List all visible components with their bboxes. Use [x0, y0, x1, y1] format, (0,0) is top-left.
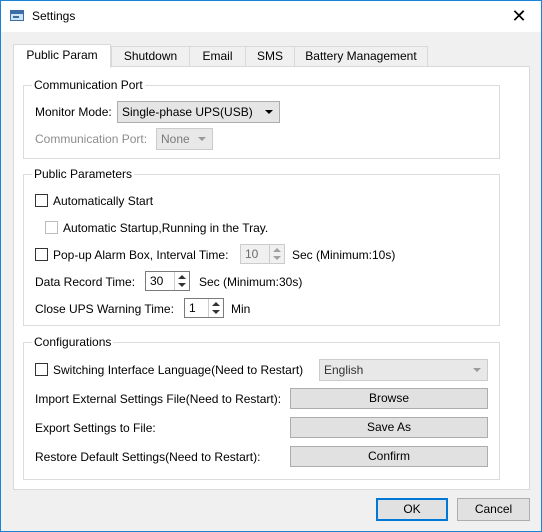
communication-port-select[interactable]: None — [156, 128, 213, 150]
data-record-unit: Sec (Minimum:30s) — [199, 275, 303, 289]
data-record-stepper[interactable]: 30 — [145, 271, 190, 291]
data-record-value: 30 — [150, 274, 164, 288]
title-bar: Settings ✕ — [1, 1, 541, 32]
monitor-mode-value: Single-phase UPS(USB) — [122, 105, 253, 119]
close-warning-label: Close UPS Warning Time: — [35, 302, 174, 316]
close-icon[interactable]: ✕ — [497, 1, 541, 32]
window-title: Settings — [32, 9, 76, 23]
tab-public-param[interactable]: Public Param — [13, 44, 111, 68]
browse-button[interactable]: Browse — [290, 388, 488, 409]
tab-email[interactable]: Email — [189, 46, 246, 67]
restore-defaults-label: Restore Default Settings(Need to Restart… — [35, 450, 261, 464]
switch-language-label: Switching Interface Language(Need to Res… — [53, 363, 304, 377]
popup-alarm-checkbox[interactable] — [35, 248, 48, 261]
app-icon — [10, 10, 24, 21]
spin-down-icon[interactable] — [212, 310, 220, 314]
spin-down-icon[interactable] — [273, 256, 281, 260]
public-parameters-group: Public Parameters Automatically Start Au… — [23, 167, 500, 326]
monitor-mode-label: Monitor Mode: — [35, 105, 112, 119]
close-warning-stepper[interactable]: 1 — [184, 298, 224, 318]
popup-alarm-label: Pop-up Alarm Box, Interval Time: — [53, 248, 229, 262]
spin-down-icon[interactable] — [178, 283, 186, 287]
cancel-button[interactable]: Cancel — [457, 498, 530, 521]
save-as-button[interactable]: Save As — [290, 417, 488, 438]
spin-up-icon[interactable] — [212, 302, 220, 306]
import-settings-label: Import External Settings File(Need to Re… — [35, 392, 282, 406]
tray-startup-label: Automatic Startup,Running in the Tray. — [63, 221, 269, 235]
tab-sms[interactable]: SMS — [245, 46, 295, 67]
spin-up-icon[interactable] — [178, 275, 186, 279]
language-value: English — [324, 363, 364, 377]
tray-startup-checkbox[interactable] — [45, 221, 58, 234]
settings-window: Settings ✕ Public Param Shutdown Email S… — [0, 0, 542, 532]
spin-up-icon[interactable] — [273, 248, 281, 252]
group-title: Public Parameters — [32, 167, 135, 181]
group-title: Communication Port — [32, 78, 145, 92]
tab-shutdown[interactable]: Shutdown — [111, 46, 190, 67]
ok-button[interactable]: OK — [376, 498, 448, 521]
close-warning-unit: Min — [231, 302, 251, 316]
auto-start-label: Automatically Start — [53, 194, 154, 208]
export-settings-label: Export Settings to File: — [35, 421, 156, 435]
chevron-down-icon — [265, 110, 273, 114]
monitor-mode-select[interactable]: Single-phase UPS(USB) — [117, 101, 280, 123]
switch-language-checkbox[interactable] — [35, 363, 48, 376]
group-title: Configurations — [32, 335, 114, 349]
language-select[interactable]: English — [319, 359, 488, 381]
chevron-down-icon — [198, 137, 206, 141]
configurations-group: Configurations Switching Interface Langu… — [23, 335, 500, 480]
data-record-label: Data Record Time: — [35, 275, 136, 289]
communication-port-group: Communication Port Monitor Mode: Single-… — [23, 78, 500, 159]
close-warning-value: 1 — [189, 301, 196, 315]
popup-interval-unit: Sec (Minimum:10s) — [292, 248, 396, 262]
popup-interval-value: 10 — [245, 247, 259, 261]
communication-port-label: Communication Port: — [35, 132, 148, 146]
chevron-down-icon — [473, 368, 481, 372]
confirm-button[interactable]: Confirm — [290, 446, 488, 467]
communication-port-value: None — [161, 132, 190, 146]
tab-battery-management[interactable]: Battery Management — [294, 46, 428, 67]
auto-start-checkbox[interactable] — [35, 194, 48, 207]
public-param-panel: Communication Port Monitor Mode: Single-… — [13, 66, 530, 490]
popup-interval-stepper[interactable]: 10 — [240, 244, 285, 264]
